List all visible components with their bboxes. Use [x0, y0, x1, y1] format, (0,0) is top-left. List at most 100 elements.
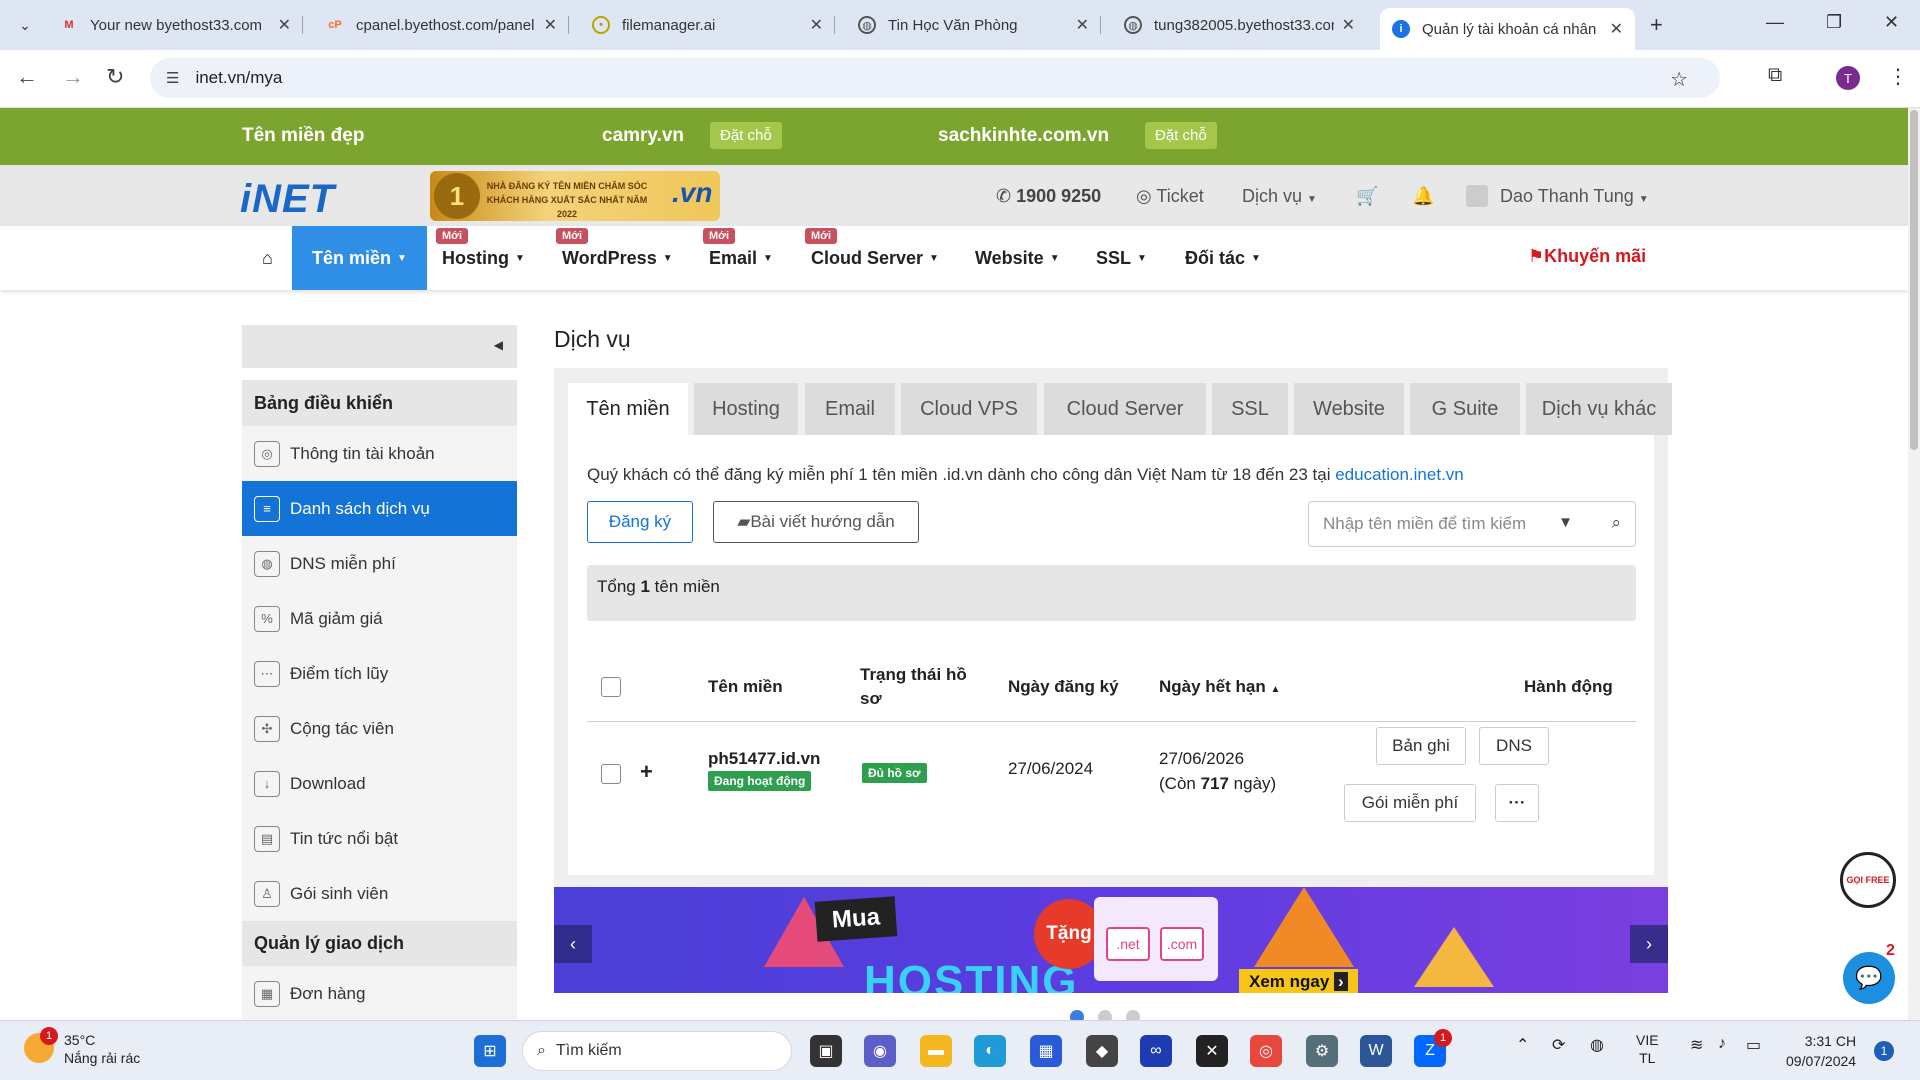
browser-tab-active[interactable]: i Quản lý tài khoản cá nhân ✕	[1380, 8, 1635, 50]
sidebar-item-student[interactable]: ♙ Gói sinh viên	[242, 866, 517, 921]
promotion-link[interactable]: ⚑Khuyến mãi	[1528, 246, 1646, 267]
network-share-icon[interactable]: ◍	[1590, 1035, 1604, 1055]
sidebar-item-points[interactable]: ⋯ Điểm tích lũy	[242, 646, 517, 701]
column-profile-status[interactable]: Trạng thái hồ sơ	[860, 663, 967, 711]
tab-cloud-vps[interactable]: Cloud VPS	[901, 383, 1037, 435]
tab-hosting[interactable]: Hosting	[694, 383, 798, 435]
edge-icon[interactable]: ◐	[974, 1035, 1006, 1067]
browser-tab[interactable]: ◍ Tin Học Văn Phòng ✕	[846, 8, 1101, 42]
sidebar-item-download[interactable]: ↓ Download	[242, 756, 517, 811]
row-checkbox[interactable]	[601, 764, 621, 784]
sidebar-item-account[interactable]: ◎ Thông tin tài khoản	[242, 426, 517, 481]
more-actions-button[interactable]: ···	[1495, 784, 1539, 822]
bell-icon[interactable]: 🔔	[1412, 186, 1434, 207]
page-scrollbar[interactable]	[1908, 108, 1920, 1020]
minimize-button[interactable]: —	[1766, 12, 1784, 33]
word-icon[interactable]: W	[1360, 1035, 1392, 1067]
sidebar-item-news[interactable]: ▤ Tin tức nổi bật	[242, 811, 517, 866]
banner-next-button[interactable]: ›	[1630, 925, 1668, 963]
restore-button[interactable]: ❐	[1826, 12, 1842, 33]
bookmark-star-icon[interactable]: ☆	[1670, 67, 1688, 92]
close-icon[interactable]: ✕	[1610, 19, 1623, 39]
nav-website[interactable]: Website ▼	[967, 226, 1068, 290]
site-info-icon[interactable]: ☰	[166, 69, 179, 87]
column-reg-date[interactable]: Ngày đăng ký	[1008, 675, 1119, 699]
records-button[interactable]: Bản ghi	[1376, 727, 1466, 765]
extensions-icon[interactable]: ⧉	[1768, 64, 1782, 87]
chrome-icon[interactable]: ◎	[1250, 1035, 1282, 1067]
windows-start-icon[interactable]: ⊞	[474, 1035, 506, 1067]
notification-badge[interactable]: 1	[1874, 1041, 1894, 1061]
settings-icon[interactable]: ⚙	[1306, 1035, 1338, 1067]
wifi-icon[interactable]: ≋	[1690, 1035, 1703, 1055]
nav-ssl[interactable]: SSL ▼	[1088, 226, 1155, 290]
sidebar-collapse-button[interactable]: ◀	[242, 325, 517, 368]
new-tab-button[interactable]: +	[1650, 12, 1663, 38]
battery-icon[interactable]: ▭	[1746, 1035, 1761, 1055]
column-domain[interactable]: Tên miền	[708, 675, 783, 699]
award-banner[interactable]: 1 NHÀ ĐĂNG KÝ TÊN MIỀN CHĂM SÓC KHÁCH HÀ…	[430, 171, 720, 221]
user-menu[interactable]: Dao Thanh Tung ▼	[1500, 186, 1649, 207]
browser-tab[interactable]: • filemanager.ai ✕	[580, 8, 835, 42]
services-dropdown[interactable]: Dịch vụ ▼	[1242, 186, 1317, 207]
column-exp-date[interactable]: Ngày hết hạn ▲	[1159, 675, 1280, 702]
tab-ssl[interactable]: SSL	[1212, 383, 1288, 435]
address-bar[interactable]: ☰ inet.vn/mya ☆	[150, 58, 1720, 98]
scrollbar-thumb[interactable]	[1910, 110, 1918, 450]
xbox-icon[interactable]: ✕	[1196, 1035, 1228, 1067]
forward-button[interactable]: →	[62, 64, 84, 90]
task-view-icon[interactable]: ▣	[810, 1035, 842, 1067]
free-call-widget[interactable]: GỌI FREE	[1840, 852, 1896, 908]
domain-name[interactable]: ph51477.id.vn	[708, 749, 820, 769]
guide-button[interactable]: ▰ Bài viết hướng dẫn	[713, 501, 919, 543]
reload-button[interactable]: ↻	[106, 64, 124, 90]
tab-gsuite[interactable]: G Suite	[1410, 383, 1520, 435]
tab-other-services[interactable]: Dịch vụ khác	[1526, 383, 1672, 435]
expand-row-icon[interactable]: +	[640, 759, 653, 785]
app-icon[interactable]: ◆	[1086, 1035, 1118, 1067]
profile-avatar[interactable]: T	[1836, 66, 1860, 90]
visual-studio-icon[interactable]: ∞	[1140, 1035, 1172, 1067]
tab-email[interactable]: Email	[805, 383, 895, 435]
filter-icon[interactable]: ▼	[1558, 514, 1573, 531]
promo-domain[interactable]: sachkinhte.com.vn	[938, 125, 1109, 147]
sync-icon[interactable]: ⟳	[1552, 1035, 1565, 1055]
free-plan-button[interactable]: Gói miễn phí	[1344, 784, 1476, 822]
chevron-up-icon[interactable]: ⌃	[1516, 1035, 1529, 1055]
tab-cloud-server[interactable]: Cloud Server	[1044, 383, 1206, 435]
promo-domain[interactable]: camry.vn	[602, 125, 684, 147]
register-button[interactable]: Đăng ký	[587, 501, 693, 543]
sidebar-item-dns[interactable]: ◍ DNS miễn phí	[242, 536, 517, 591]
sidebar-item-affiliate[interactable]: ✣ Cộng tác viên	[242, 701, 517, 756]
close-icon[interactable]: ✕	[1342, 15, 1355, 35]
file-explorer-icon[interactable]: ▬	[920, 1035, 952, 1067]
close-icon[interactable]: ✕	[1076, 15, 1089, 35]
teams-icon[interactable]: ◉	[864, 1035, 896, 1067]
reserve-button[interactable]: Đặt chỗ	[1145, 122, 1217, 149]
nav-partner[interactable]: Đối tác ▼	[1177, 226, 1269, 290]
store-icon[interactable]: ▦	[1030, 1035, 1062, 1067]
tab-search-button[interactable]: ⌄	[10, 10, 40, 40]
view-now-button[interactable]: Xem ngay ›	[1239, 969, 1358, 993]
dns-button[interactable]: DNS	[1479, 727, 1549, 765]
cart-icon[interactable]: 🛒	[1356, 186, 1378, 207]
tab-website[interactable]: Website	[1294, 383, 1404, 435]
browser-tab[interactable]: ◍ tung382005.byethost33.com ✕	[1112, 8, 1367, 42]
ticket-link[interactable]: ◎ Ticket	[1136, 186, 1204, 207]
domain-search-input[interactable]: Nhập tên miền để tìm kiếm ▼ ⌕	[1308, 501, 1636, 547]
hosting-promo-banner[interactable]: Mua HOSTING Tặng .net .com Xem ngay › ‹ …	[554, 887, 1668, 993]
sidebar-item-coupon[interactable]: % Mã giảm giá	[242, 591, 517, 646]
close-window-button[interactable]: ✕	[1884, 12, 1899, 33]
nav-domain[interactable]: Tên miền ▼	[292, 226, 427, 290]
select-all-checkbox[interactable]	[601, 677, 621, 697]
sidebar-item-orders[interactable]: ▦ Đơn hàng	[242, 966, 517, 1021]
inet-logo[interactable]: iNET	[240, 177, 335, 222]
education-link[interactable]: education.inet.vn	[1335, 465, 1464, 484]
browser-tab[interactable]: cP cpanel.byethost.com/panel ✕	[314, 8, 569, 42]
reserve-button[interactable]: Đặt chỗ	[710, 122, 782, 149]
system-clock[interactable]: 3:31 CH 09/07/2024	[1786, 1031, 1856, 1071]
sidebar-item-services[interactable]: ≡ Danh sách dịch vụ	[242, 481, 517, 536]
input-language[interactable]: VIE TL	[1636, 1031, 1659, 1067]
browser-tab[interactable]: M Your new byethost33.com ✕	[48, 8, 303, 42]
taskbar-search[interactable]: ⌕ Tìm kiếm	[522, 1031, 792, 1071]
